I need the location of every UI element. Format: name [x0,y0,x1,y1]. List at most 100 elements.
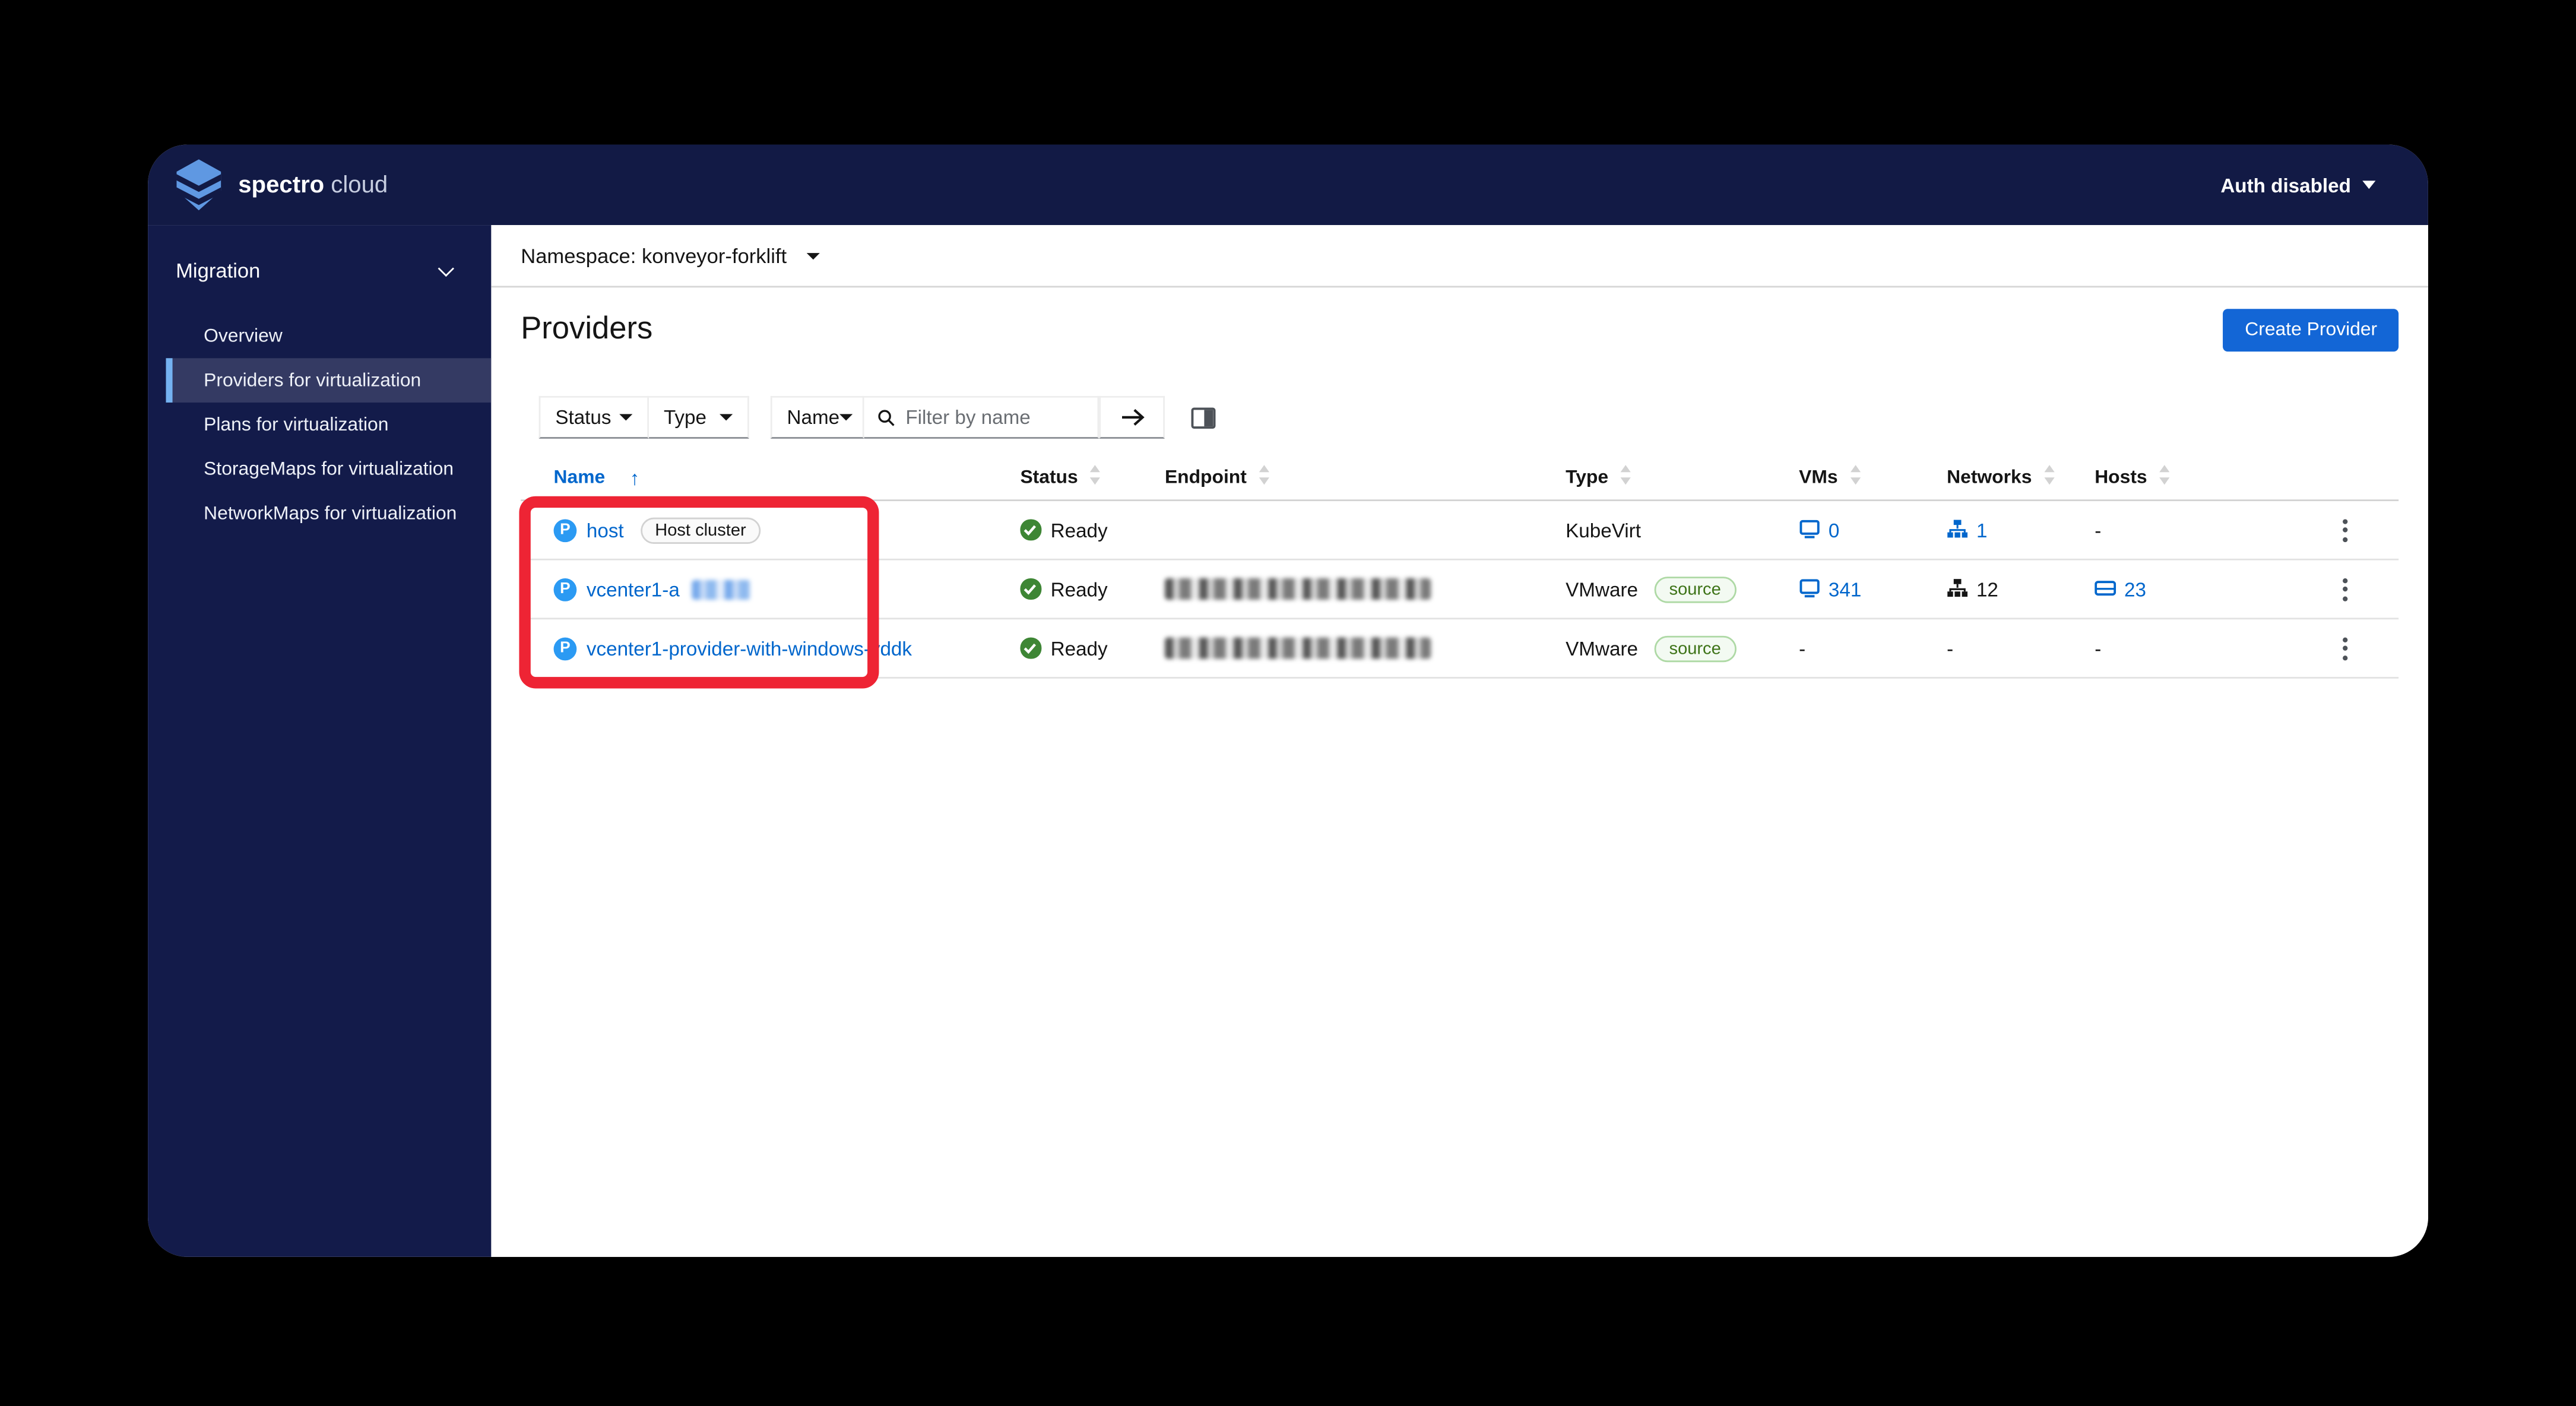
kebab-menu-button[interactable] [2336,630,2354,666]
provider-icon: P [553,518,577,542]
column-header-hosts[interactable]: Hosts [2062,465,2210,490]
apply-filter-button[interactable] [1099,395,1165,439]
source-badge: source [1654,635,1736,661]
redacted-endpoint [1164,637,1431,659]
table-row: Pvcenter1-provider-with-windows-vddk Read… [521,618,2399,677]
networks-cell: 12 [1914,578,2062,600]
sort-icon [2043,465,2055,490]
column-header-label: Name [553,467,606,487]
columns-icon [1191,407,1216,428]
name-cell: Pvcenter1-provider-with-windows-vddk [521,636,987,660]
type-filter-label: Type [663,406,706,429]
column-header-status[interactable]: Status [987,465,1132,490]
type-text: VMware [1566,577,1638,601]
column-header-label: Status [1020,467,1078,487]
search-icon [878,409,895,426]
networks-value: - [1947,636,1954,660]
hosts-cell: 23 [2062,578,2210,600]
sidebar-item-plans-for-virtualization[interactable]: Plans for virtualization [148,403,491,447]
vms-cell: - [1766,636,1914,660]
providers-table: Name ↑ Status Endpoint Type VMs Networks Hosts … [521,465,2399,679]
networks-link[interactable]: 1 [1947,518,1987,542]
column-header-endpoint[interactable]: Endpoint [1132,465,1533,490]
type-text: VMware [1566,636,1638,660]
brand-logo: spectro cloud [174,159,388,211]
endpoint-cell [1132,637,1533,659]
kebab-menu-button[interactable] [2336,571,2354,607]
brand-name-light: cloud [331,172,388,198]
spectro-cloud-logo-icon [176,159,221,211]
sidebar-item-storagemaps-for-virtualization[interactable]: StorageMaps for virtualization [148,447,491,492]
vms-link[interactable]: 0 [1799,518,1839,542]
vms-link[interactable]: 341 [1799,577,1862,601]
type-cell: VMware source [1533,575,1766,603]
hosts-cell: - [2062,636,2210,660]
sidebar: Migration Overview Providers for virtuali… [148,225,492,1257]
auth-menu-button[interactable]: Auth disabled [2220,173,2376,197]
vms-value: 0 [1828,518,1840,542]
provider-name-link[interactable]: vcenter1-provider-with-windows-vddk [587,636,912,660]
column-header-vms[interactable]: VMs [1766,465,1914,490]
page-content: Providers Create Provider Status Type Na… [491,287,2428,1257]
chevron-down-icon [2362,180,2376,189]
app-shell: Migration Overview Providers for virtuali… [148,225,2428,1257]
chevron-down-icon [438,259,454,276]
provider-name-link[interactable]: host [587,518,624,542]
manage-columns-button[interactable] [1191,407,1216,428]
app-window: spectro cloud Auth disabled Migration Ove… [148,144,2428,1257]
status-text: Ready [1050,636,1108,660]
sidebar-item-overview[interactable]: Overview [148,314,491,359]
actions-cell [2210,512,2398,548]
chevron-down-icon [806,252,820,259]
networks-value: 12 [1947,578,1998,600]
chevron-down-icon [839,414,853,421]
vms-value: 341 [1828,577,1862,601]
create-provider-button[interactable]: Create Provider [2223,309,2399,352]
sidebar-item-networkmaps-for-virtualization[interactable]: NetworkMaps for virtualization [148,491,491,536]
namespace-label: Namespace: konveyor-forklift [521,243,787,267]
vms-value: - [1799,636,1806,660]
provider-name-link[interactable]: vcenter1-a [587,578,680,601]
hosts-value: - [2095,636,2102,660]
actions-cell [2210,571,2398,607]
chevron-down-icon [720,414,733,421]
column-header-name[interactable]: Name ↑ [521,466,987,489]
redacted-name-fragment [691,579,750,599]
search-input[interactable] [905,406,1085,429]
kebab-menu-button[interactable] [2336,512,2354,548]
brand-name: spectro cloud [238,172,388,198]
sidebar-group-migration[interactable]: Migration [148,240,491,302]
type-cell: VMware source [1533,635,1766,661]
status-cell: Ready [987,636,1132,660]
hosts-value: - [2095,518,2102,542]
sort-icon [1258,465,1269,490]
status-filter-select[interactable]: Status [538,395,649,439]
type-filter-select[interactable]: Type [649,395,749,439]
hosts-link[interactable]: 23 [2095,578,2146,600]
status-filter-label: Status [555,406,611,429]
sidebar-item-providers-for-virtualization[interactable]: Providers for virtualization [166,358,492,403]
name-cell: Pvcenter1-a [521,577,987,601]
status-text: Ready [1050,518,1108,542]
name-filter-select[interactable]: Name [770,395,864,439]
column-header-type[interactable]: Type [1533,465,1766,490]
host-icon [2095,578,2116,597]
vm-icon [1799,578,1820,597]
title-row: Providers Create Provider [521,309,2399,352]
filter-toolbar: Status Type Name [538,395,2398,439]
endpoint-cell [1132,578,1533,600]
table-header-row: Name ↑ Status Endpoint Type VMs Networks Hosts [521,465,2398,499]
sort-icon [2159,465,2170,490]
namespace-bar[interactable]: Namespace: konveyor-forklift [491,225,2428,288]
provider-icon: P [553,577,577,601]
sidebar-items: Overview Providers for virtualization Plan… [148,314,492,536]
type-text: KubeVirt [1566,518,1641,542]
status-cell: Ready [987,518,1132,542]
table-row: Pvcenter1-a Ready VMware source 341 12 23 [521,558,2399,618]
column-header-label: Endpoint [1164,467,1247,487]
screenshot-stage: spectro cloud Auth disabled Migration Ove… [0,0,2576,1406]
column-header-networks[interactable]: Networks [1914,465,2062,490]
vms-cell: 0 [1766,518,1914,542]
sort-icon [1849,465,1861,490]
networks-cell: - [1914,636,2062,660]
